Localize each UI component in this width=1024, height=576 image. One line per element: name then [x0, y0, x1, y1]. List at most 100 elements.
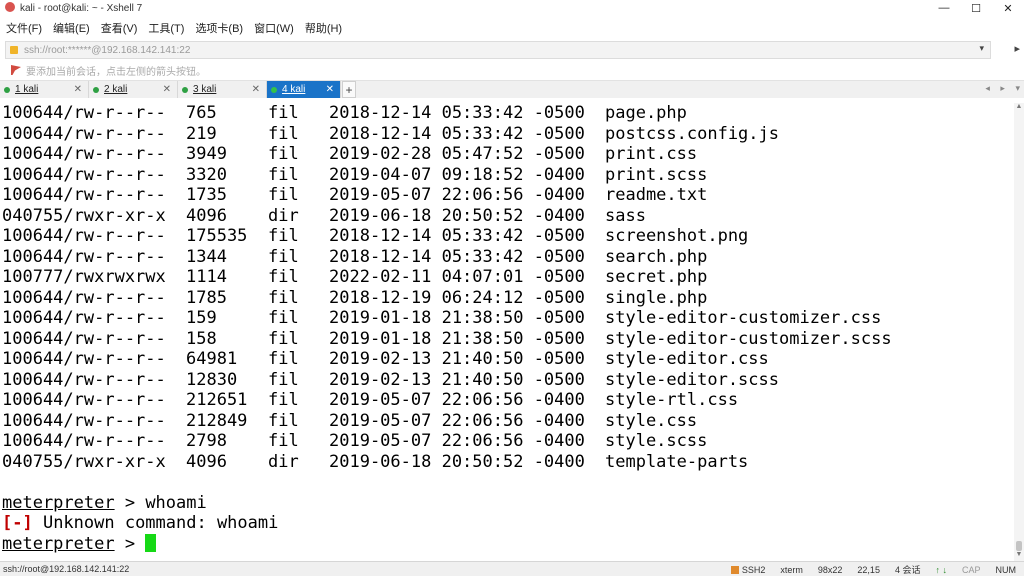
menu-view[interactable]: 查看(V)	[101, 20, 138, 36]
close-icon[interactable]: ✕	[252, 84, 260, 95]
file-date: 2022-02-11 04:07:01 -0500	[329, 267, 585, 287]
file-name: search.php	[605, 246, 708, 267]
file-date: 2019-06-18 20:50:52 -0400	[329, 205, 585, 226]
maximize-button[interactable]: ☐	[960, 0, 992, 16]
listing-row: 040755/rwxr-xr-x 4096 dir 2019-06-18 20:50:…	[0, 452, 1014, 473]
listing-row: 100644/rw-r--r-- 3320 fil 2019-04-07 09:18:…	[0, 165, 1014, 186]
scroll-down-icon[interactable]: ▼	[1014, 551, 1024, 561]
status-terminal-type: xterm	[780, 564, 803, 575]
file-type: fil	[268, 103, 299, 123]
file-name: style.css	[605, 410, 698, 431]
status-protocol: SSH2	[730, 565, 765, 575]
status-num-lock: NUM	[995, 564, 1017, 575]
file-mode: 100644/rw-r--r--	[2, 328, 166, 349]
close-icon[interactable]: ✕	[74, 84, 82, 95]
file-name: readme.txt	[605, 185, 708, 205]
tab-session-3[interactable]: 3 kali ✕	[178, 81, 267, 98]
file-size: 2798	[186, 431, 227, 451]
tab-label: 3 kali	[193, 84, 217, 95]
file-date: 2019-05-07 22:06:56 -0400	[329, 185, 585, 205]
window-controls: — ☐ ✕	[928, 0, 1024, 16]
file-type: fil	[268, 144, 299, 164]
address-value: ssh://root:******@192.168.142.141:22	[24, 44, 191, 56]
address-expand-icon[interactable]: ▸	[1014, 42, 1020, 55]
file-date: 2018-12-14 05:33:42 -0500	[329, 226, 585, 246]
connected-status-icon	[4, 86, 10, 93]
file-size: 219	[186, 123, 217, 144]
file-mode: 100644/rw-r--r--	[2, 246, 166, 267]
minimize-button[interactable]: —	[928, 0, 960, 16]
listing-row: 100644/rw-r--r-- 12830 fil 2019-02-13 21:40…	[0, 370, 1014, 391]
file-date: 2018-12-14 05:33:42 -0500	[329, 246, 585, 267]
file-mode: 100644/rw-r--r--	[2, 123, 166, 144]
scroll-thumb[interactable]	[1016, 541, 1022, 551]
menu-tabs[interactable]: 选项卡(B)	[195, 20, 243, 36]
file-mode: 100644/rw-r--r--	[2, 390, 166, 410]
tab-label: 2 kali	[104, 84, 128, 95]
menu-tools[interactable]: 工具(T)	[148, 20, 184, 36]
listing-row: 100644/rw-r--r-- 219 fil 2018-12-14 05:33:4…	[0, 124, 1014, 145]
file-name: style-editor-customizer.css	[605, 308, 882, 328]
status-caps-lock: CAP	[961, 564, 981, 575]
status-bar: ssh://root@192.168.142.141:22 SSH2 xterm…	[0, 561, 1024, 576]
listing-row: 100644/rw-r--r-- 159 fil 2019-01-18 21:38:5…	[0, 308, 1014, 329]
file-size: 175535	[186, 226, 248, 246]
session-flag-icon[interactable]	[11, 65, 21, 75]
file-type: fil	[268, 328, 299, 349]
chevron-down-icon[interactable]: ▾	[979, 43, 984, 54]
file-size: 212849	[186, 410, 248, 431]
file-size: 3949	[186, 144, 227, 164]
connected-status-icon	[182, 86, 188, 93]
file-type: fil	[268, 287, 299, 308]
current-prompt-line[interactable]: meterpreter >	[0, 533, 1014, 555]
menu-file[interactable]: 文件(F)	[6, 20, 42, 36]
listing-row: 100644/rw-r--r-- 1785 fil 2018-12-19 06:24:…	[0, 288, 1014, 309]
file-type: fil	[268, 185, 299, 205]
listing-row: 100644/rw-r--r-- 2798 fil 2019-05-07 22:06:…	[0, 431, 1014, 452]
file-mode: 100644/rw-r--r--	[2, 287, 166, 308]
tab-prev-icon[interactable]: ◂	[985, 83, 990, 93]
file-mode: 100644/rw-r--r--	[2, 369, 166, 390]
ssh-icon	[730, 565, 739, 574]
scroll-up-icon[interactable]: ▲	[1014, 103, 1024, 113]
listing-row: 040755/rwxr-xr-x 4096 dir 2019-06-18 20:50:…	[0, 206, 1014, 227]
file-name: template-parts	[605, 451, 749, 472]
tab-next-icon[interactable]: ▸	[1000, 83, 1005, 93]
file-name: style-editor.scss	[605, 369, 779, 390]
file-size: 64981	[186, 349, 238, 369]
file-size: 1785	[186, 287, 227, 308]
tab-session-1[interactable]: 1 kali ✕	[0, 81, 89, 98]
menu-edit[interactable]: 编辑(E)	[53, 20, 90, 36]
menu-help[interactable]: 帮助(H)	[305, 20, 342, 36]
file-type: fil	[268, 431, 299, 451]
listing-row: 100644/rw-r--r-- 1735 fil 2019-05-07 22:06:…	[0, 185, 1014, 206]
tab-list-icon[interactable]: ▾	[1015, 83, 1020, 93]
tab-session-4[interactable]: 4 kali ✕	[267, 81, 341, 98]
new-tab-button[interactable]: +	[342, 81, 356, 98]
address-input[interactable]: ssh://root:******@192.168.142.141:22 ▾	[5, 41, 991, 59]
tab-label: 4 kali	[282, 84, 306, 95]
vertical-scrollbar[interactable]: ▲ ▼	[1014, 103, 1024, 561]
tab-bar: 1 kali ✕ 2 kali ✕ 3 kali ✕ 4 kali ✕ + ◂ …	[0, 80, 1024, 98]
file-mode: 100644/rw-r--r--	[2, 164, 166, 185]
terminal-output[interactable]: 100644/rw-r--r-- 765 fil 2018-12-14 05:33:4…	[0, 103, 1014, 561]
file-name: single.php	[605, 287, 708, 308]
file-mode: 100644/rw-r--r--	[2, 185, 166, 205]
file-name: secret.php	[605, 267, 708, 287]
listing-row: 100644/rw-r--r-- 64981 fil 2019-02-13 21:40…	[0, 349, 1014, 370]
file-size: 4096	[186, 451, 227, 472]
menu-window[interactable]: 窗口(W)	[254, 20, 294, 36]
file-date: 2018-12-14 05:33:42 -0500	[329, 103, 585, 123]
prompt-separator: >	[114, 533, 146, 554]
file-date: 2018-12-19 06:24:12 -0500	[329, 287, 585, 308]
file-size: 3320	[186, 164, 227, 185]
title-bar: kali - root@kali: ~ - Xshell 7 — ☐ ✕	[0, 0, 1024, 16]
meterpreter-prompt: meterpreter	[2, 492, 115, 513]
close-icon[interactable]: ✕	[326, 84, 334, 95]
file-mode: 100777/rwxrwxrwx	[2, 267, 166, 287]
close-icon[interactable]: ✕	[163, 84, 171, 95]
file-name: style-editor.css	[605, 349, 769, 369]
tab-session-2[interactable]: 2 kali ✕	[89, 81, 178, 98]
close-button[interactable]: ✕	[992, 0, 1024, 16]
